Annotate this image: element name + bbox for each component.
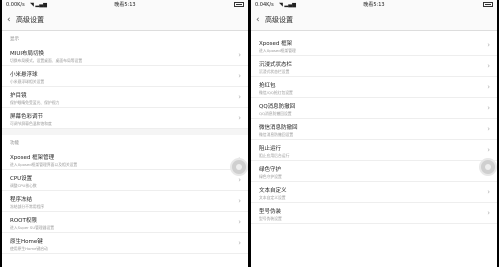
chevron-right-icon: › [487,41,490,49]
settings-item-description: 使用原生Home键启动 [10,246,48,251]
status-bar: 0.00K/s ◥ ▂▄▆ 晚看5:13 [2,0,248,10]
settings-item[interactable]: CPU设置 调整CPU核心数 › [2,170,248,191]
settings-item[interactable]: 原生Home键 使用原生Home键启动 › [2,233,248,254]
settings-item-label: CPU设置 [10,176,33,182]
settings-item-description: QQ消息防撤回设置 [259,111,292,116]
chevron-right-icon: › [487,209,490,217]
settings-item[interactable]: 微信消息防撤回 微信消息防撤回设置 › [251,119,497,140]
settings-item-label: Xposed 框架管理 [10,155,55,161]
right-phone-screen: 0.04K/s ◥ ▂▄▆ 晚看5:13 ‹ 高级设置 Xposed 框架 进入X… [251,0,497,267]
page-title: 高级设置 [16,16,44,24]
chevron-right-icon: › [487,104,490,112]
chevron-right-icon: › [238,197,241,205]
battery-icon [234,2,244,7]
title-bar: ‹ 高级设置 [2,10,248,31]
settings-item-description: 微信/QQ抢红包设置 [259,90,293,95]
chevron-right-icon: › [238,218,241,226]
battery-icon [483,2,493,7]
settings-item-label: 微信消息防撤回 [259,125,298,131]
settings-item-description: 沉浸式状态栏设置 [259,69,290,74]
settings-item-label: 抢红包 [259,83,276,89]
settings-item-description: 绿色守护设置 [259,174,282,179]
settings-item-description: 冻结部分不常用程序 [10,204,45,209]
chevron-right-icon: › [238,114,241,122]
page-title: 高级设置 [265,16,293,24]
settings-item[interactable]: 护目镜 保护眼睛免受蓝光、保护视力 › [2,87,248,108]
settings-item[interactable]: MIUI布局切换 切换布局模式，设置桌面、桌面布局等设置 › [2,45,248,66]
left-phone-screen: 0.00K/s ◥ ▂▄▆ 晚看5:13 ‹ 高级设置 显示 MIUI布局切换切… [2,0,248,267]
settings-item-description: 调整CPU核心数 [10,183,37,188]
section-header-function: 功能 [10,141,19,146]
chevron-right-icon: › [487,146,490,154]
chevron-right-icon: › [487,125,490,133]
floating-ball-icon[interactable] [230,158,248,176]
settings-item[interactable]: 程序冻结 冻结部分不常用程序 › [2,191,248,212]
back-arrow-icon[interactable]: ‹ [7,10,11,30]
settings-item[interactable]: 型号伪装 型号伪装设置 › [251,203,497,224]
clock: 晚看5:13 [363,2,385,8]
settings-item-label: 屏幕色彩调节 [10,114,44,120]
settings-item[interactable]: 抢红包 微信/QQ抢红包设置 › [251,77,497,98]
settings-item-description: 切换布局模式，设置桌面、桌面布局等设置 [10,58,83,63]
chevron-right-icon: › [487,188,490,196]
settings-item-description: 微信消息防撤回设置 [259,132,294,137]
settings-item[interactable]: 绿色守护绿色守护设置› [251,161,497,182]
settings-item-description: 文本自定义设置 [259,195,286,200]
chevron-right-icon: › [487,83,490,91]
back-arrow-icon[interactable]: ‹ [256,10,260,30]
settings-item[interactable]: QQ消息防撤回 QQ消息防撤回设置 › [251,98,497,119]
settings-item-label: 小米悬浮球 [10,72,38,78]
settings-item-description: 小米悬浮球相关设置 [10,79,45,84]
chevron-right-icon: › [238,51,241,59]
settings-item-description: 型号伪装设置 [259,216,282,221]
settings-item-label: 护目镜 [10,93,27,99]
clock: 晚看5:13 [114,2,136,8]
settings-item-label: 程序冻结 [10,197,33,203]
chevron-right-icon: › [238,239,241,247]
settings-item[interactable]: 文本自定义 文本自定义设置 › [251,182,497,203]
chevron-right-icon: › [238,72,241,80]
floating-ball-icon[interactable] [479,158,497,176]
settings-item-label: 阻止运行 [259,146,282,152]
settings-item-description: 进入Super SU管理器设置 [10,225,55,230]
status-bar: 0.04K/s ◥ ▂▄▆ 晚看5:13 [251,0,497,10]
settings-item[interactable]: 沉浸式状态栏 沉浸式状态栏设置 › [251,56,497,77]
title-bar: ‹ 高级设置 [251,10,497,31]
settings-item-label: 文本自定义 [259,188,287,194]
settings-item-label: Xposed 框架 [259,41,293,47]
settings-item-label: QQ消息防撤回 [259,104,296,110]
settings-item[interactable]: Xposed 框架 进入Xposed框架管理 › [251,35,497,56]
settings-item-label: 沉浸式状态栏 [259,62,293,68]
chevron-right-icon: › [238,176,241,184]
chevron-right-icon: › [487,62,490,70]
settings-item-label: ROOT权限 [10,218,37,224]
settings-item-description: 保护眼睛免受蓝光、保护视力 [10,100,60,105]
settings-item-label: 型号伪装 [259,209,282,215]
settings-item-description: 进入Xposed框架管理界面以及相关设置 [10,162,78,167]
settings-item-description: 阻止应用后台运行 [259,153,290,158]
settings-item[interactable]: 阻止运行 阻止应用后台运行 › [251,140,497,161]
section-header-display: 显示 [10,37,19,42]
settings-item-label: MIUI布局切换 [10,51,45,57]
settings-item-label: 原生Home键 [10,239,43,245]
settings-item[interactable]: Xposed 框架管理进入Xposed框架管理界面以及相关设置› [2,149,248,170]
settings-item-label: 绿色守护 [259,167,282,173]
chevron-right-icon: › [238,93,241,101]
settings-item-description: 进入Xposed框架管理 [259,48,296,53]
settings-item[interactable]: 小米悬浮球 小米悬浮球相关设置 › [2,66,248,87]
settings-item[interactable]: 屏幕色彩调节 可调节屏幕色温和饱和度 › [2,108,248,129]
settings-item[interactable]: ROOT权限 进入Super SU管理器设置 › [2,212,248,233]
settings-item-description: 可调节屏幕色温和饱和度 [10,121,52,126]
